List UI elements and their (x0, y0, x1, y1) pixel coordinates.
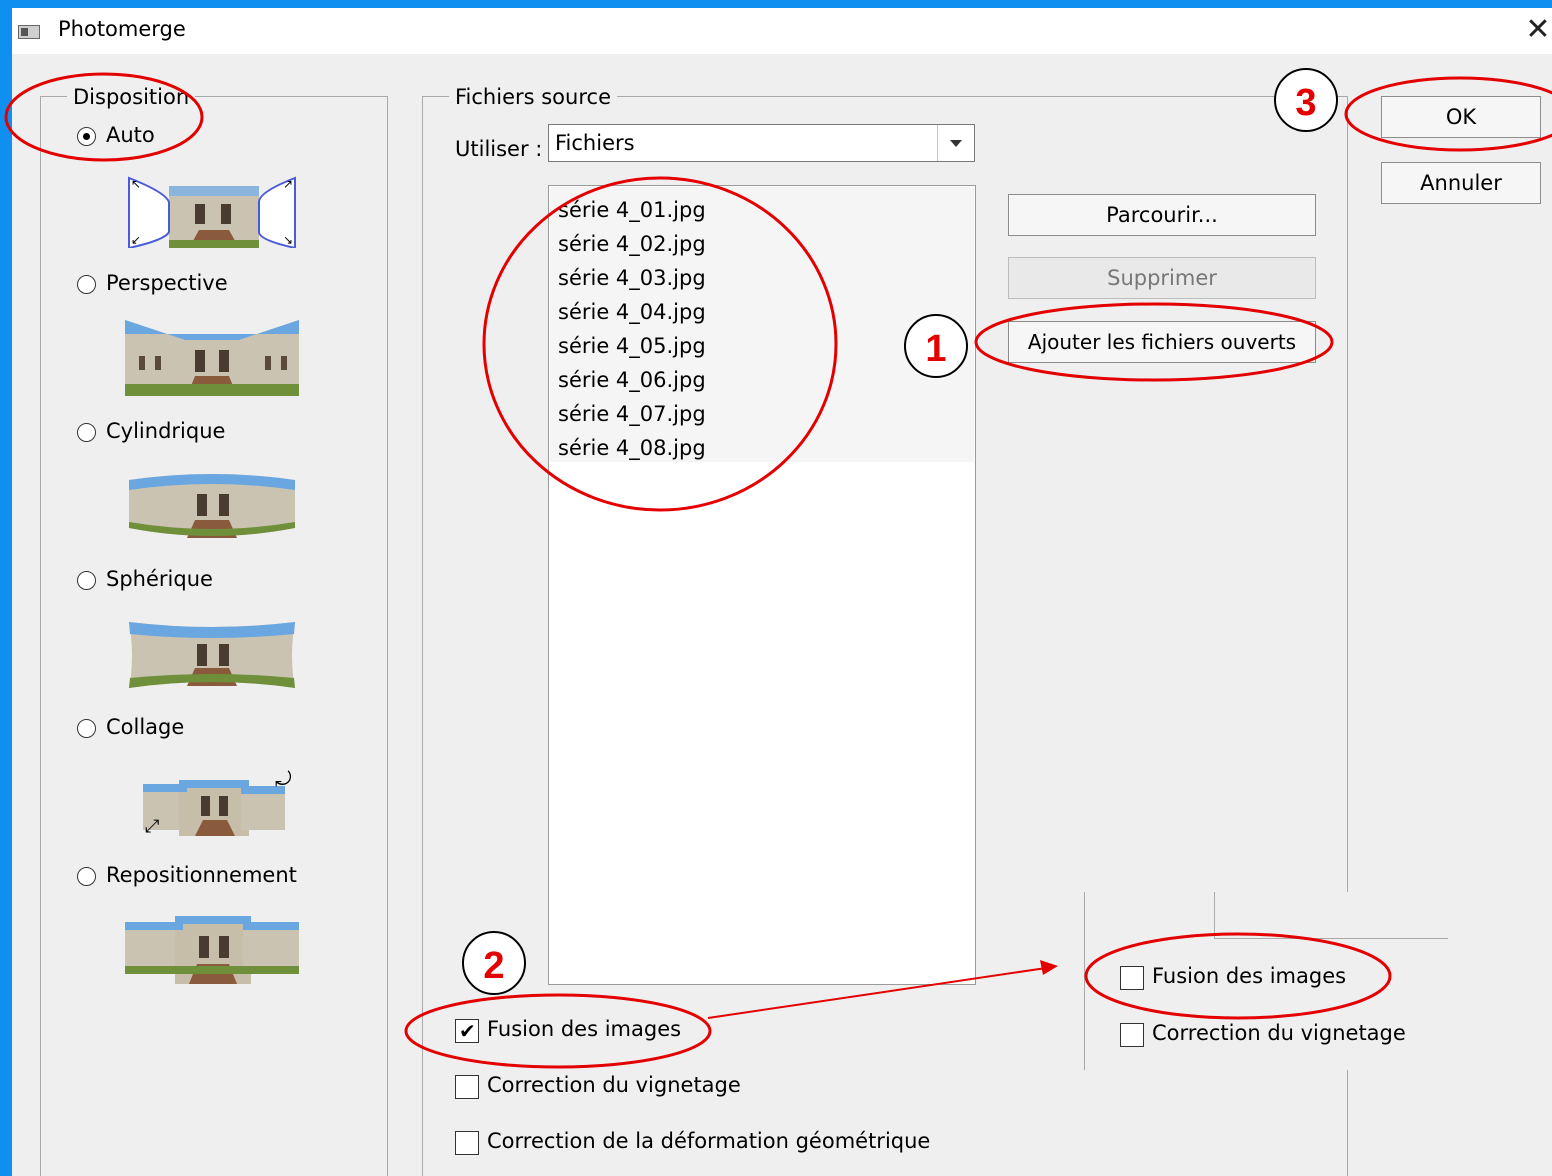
blend-images-checkbox[interactable]: ✔ (455, 1019, 479, 1043)
inset-vignette-checkbox[interactable] (1120, 1023, 1144, 1047)
list-item[interactable]: série 4_04.jpg (558, 300, 706, 324)
svg-text:↗: ↗ (283, 177, 293, 191)
radio-auto[interactable] (77, 127, 96, 146)
list-item[interactable]: série 4_02.jpg (558, 232, 706, 256)
remove-button[interactable]: Supprimer (1008, 257, 1316, 299)
radio-perspective-label[interactable]: Perspective (106, 271, 228, 295)
window-title: Photomerge (58, 17, 186, 41)
inset-blend-images-label[interactable]: Fusion des images (1152, 964, 1346, 988)
list-item[interactable]: série 4_07.jpg (558, 402, 706, 426)
layout-group-legend: Disposition (67, 85, 196, 109)
annotation-badge-3: 3 (1274, 68, 1338, 132)
annotation-badge-2: 2 (462, 931, 526, 995)
reposition-preview-image (125, 916, 299, 984)
cylindrical-preview-image (129, 474, 295, 538)
list-item[interactable]: série 4_01.jpg (558, 198, 706, 222)
radio-reposition-label[interactable]: Repositionnement (106, 863, 297, 887)
list-item[interactable]: série 4_06.jpg (558, 368, 706, 392)
svg-text:↖: ↖ (131, 177, 141, 191)
spherical-preview-image (129, 622, 295, 688)
list-item[interactable]: série 4_03.jpg (558, 266, 706, 290)
collage-preview-image: ⤾ ⤢ (143, 767, 292, 837)
use-dropdown[interactable]: Fichiers (548, 124, 975, 162)
distortion-correction-checkbox[interactable] (455, 1131, 479, 1155)
inset-divider (1214, 938, 1448, 939)
inset-divider (1214, 892, 1215, 938)
distortion-correction-label[interactable]: Correction de la déformation géométrique (487, 1129, 930, 1153)
svg-text:↙: ↙ (131, 233, 141, 247)
radio-collage[interactable] (77, 719, 96, 738)
add-open-files-button[interactable]: Ajouter les fichiers ouverts (1008, 321, 1316, 363)
auto-preview-image: ↖ ↗ ↙ ↘ (128, 176, 296, 248)
radio-auto-label[interactable]: Auto (106, 123, 155, 147)
photomerge-app-icon (18, 25, 40, 39)
svg-text:↘: ↘ (283, 233, 293, 247)
source-files-legend: Fichiers source (449, 85, 617, 109)
radio-cylindrical[interactable] (77, 423, 96, 442)
close-icon[interactable]: ✕ (1524, 10, 1552, 50)
list-item[interactable]: série 4_08.jpg (558, 436, 706, 460)
list-item[interactable]: série 4_05.jpg (558, 334, 706, 358)
inset-unchecked-example: Fusion des images Correction du vignetag… (1074, 892, 1448, 1070)
radio-spherical-label[interactable]: Sphérique (106, 567, 213, 591)
file-list[interactable]: série 4_01.jpg série 4_02.jpg série 4_03… (548, 185, 976, 985)
inset-divider (1084, 892, 1085, 1070)
radio-spherical[interactable] (77, 571, 96, 590)
perspective-preview-image (125, 320, 299, 396)
use-dropdown-value: Fichiers (555, 131, 635, 155)
annotation-badge-1: 1 (904, 314, 968, 378)
vignette-removal-label[interactable]: Correction du vignetage (487, 1073, 741, 1097)
blend-images-label[interactable]: Fusion des images (487, 1017, 681, 1041)
inset-blend-images-checkbox[interactable] (1120, 966, 1144, 990)
svg-text:⤾: ⤾ (275, 767, 292, 791)
radio-collage-label[interactable]: Collage (106, 715, 184, 739)
chevron-down-icon[interactable] (937, 125, 974, 161)
radio-reposition[interactable] (77, 867, 96, 886)
radio-cylindrical-label[interactable]: Cylindrique (106, 419, 225, 443)
inset-vignette-label[interactable]: Correction du vignetage (1152, 1021, 1406, 1045)
cancel-button[interactable]: Annuler (1381, 162, 1541, 204)
ok-button[interactable]: OK (1381, 96, 1541, 138)
browse-button[interactable]: Parcourir... (1008, 194, 1316, 236)
vignette-removal-checkbox[interactable] (455, 1075, 479, 1099)
radio-perspective[interactable] (77, 275, 96, 294)
title-bar: Photomerge ✕ (12, 8, 1552, 54)
checkmark-icon: ✔ (459, 1019, 476, 1043)
use-label: Utiliser : (455, 137, 543, 161)
svg-text:⤢: ⤢ (145, 816, 160, 837)
